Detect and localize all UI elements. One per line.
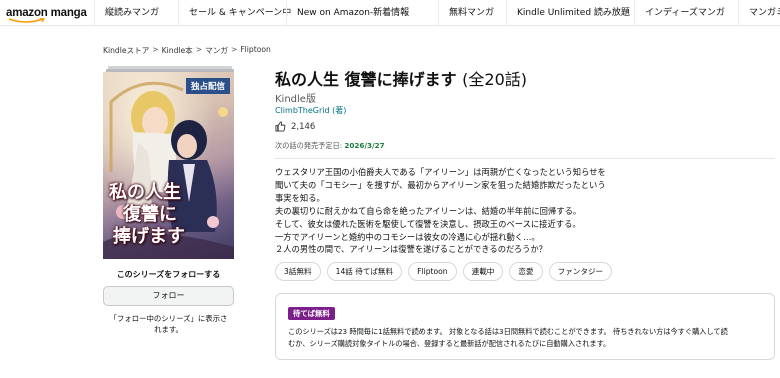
book-cover[interactable]: 独占配信 私の人生 復讐に 捧げます	[103, 72, 234, 259]
breadcrumb-separator: >	[230, 45, 238, 54]
follow-note-line: れます。	[154, 325, 183, 334]
breadcrumb-manga[interactable]: マンガ	[205, 45, 228, 56]
description-line: ウェスタリア王国の小伯爵夫人である「アイリーン」は両親が亡くなったという知らせを	[275, 167, 606, 177]
nav-manga-mix[interactable]: マンガミックス	[738, 0, 780, 25]
breadcrumb-separator: >	[195, 45, 203, 54]
tag-romance[interactable]: 恋愛	[509, 262, 543, 281]
next-release-date: 2026/3/27	[344, 141, 385, 150]
breadcrumb-separator: >	[152, 45, 159, 54]
nav-new-on-amazon[interactable]: New on Amazon-新着情報	[286, 0, 438, 25]
breadcrumb: Kindleストア > Kindle本 > マンガ > Fliptoon	[103, 45, 271, 56]
nav-vertical-manga[interactable]: 縦読みマンガ	[94, 0, 178, 25]
like-count: 2,146	[291, 121, 316, 132]
nav-free-manga[interactable]: 無料マンガ	[438, 0, 506, 25]
product-description: ウェスタリア王国の小伯爵夫人である「アイリーン」は両親が亡くなったという知らせを…	[275, 166, 695, 256]
wait-free-badge: 待てば無料	[288, 307, 335, 320]
product-title-text: 私の人生 復讐に捧げます	[275, 70, 457, 89]
exclusive-badge: 独占配信	[185, 78, 230, 94]
description-line: 一方でアイリーンと婚約中のコモシーは彼女の冷遇に心が揺れ動く…。	[275, 231, 540, 242]
wait-free-line: むか、シリーズ購読対象タイトルの場合、登録すると最新話が配信されるたびに自動購入…	[288, 338, 611, 348]
nav-kindle-unlimited[interactable]: Kindle Unlimited 読み放題	[506, 0, 634, 25]
description-line: そして、彼女は優れた医術を駆使して復讐を決意し、摂政王のベースに接近する。	[275, 218, 581, 229]
next-release: 次の話の発売予定日: 2026/3/27	[275, 141, 385, 151]
tag-wait-free[interactable]: 14話 待てば無料	[326, 262, 403, 281]
wait-free-line: このシリーズは23 時間毎に1話無料で読めます。 対象となる話は3日間無料で読む…	[288, 327, 728, 336]
follow-note-line: 「フォロー中のシリーズ」に表示さ	[109, 314, 228, 323]
product-format: Kindle版	[275, 94, 316, 105]
cover-title-line: 復讐に	[123, 204, 177, 225]
wait-free-info-box: 待てば無料 このシリーズは23 時間毎に1話無料で読めます。 対象となる話は3日…	[275, 293, 775, 360]
follow-button[interactable]: フォロー	[103, 286, 234, 306]
next-release-label: 次の話の発売予定日:	[275, 141, 343, 150]
thumbs-up-icon[interactable]	[275, 121, 286, 132]
cover-title-line: 私の人生	[109, 182, 181, 203]
smile-arrow-icon	[8, 17, 46, 23]
top-navigation: amazon manga 縦読みマンガ セール & キャンペーン中 New on…	[0, 0, 780, 26]
like-widget[interactable]: 2,146	[275, 121, 315, 132]
section-divider	[275, 158, 775, 159]
description-line: 夫の裏切りに耐えかねて自ら命を絶ったアイリーンは、結婚の半年前に回帰する。	[275, 205, 582, 216]
follow-series-heading: このシリーズをフォローする	[116, 270, 221, 279]
breadcrumb-kindle-books[interactable]: Kindle本	[162, 45, 193, 56]
cover-title: 私の人生 復讐に 捧げます	[109, 182, 221, 248]
description-line: 聞いて夫の「コモシー」を捜すが、最初からアイリーン家を狙った結婚詐欺だったという	[275, 179, 606, 190]
tag-fliptoon[interactable]: Fliptoon	[408, 262, 457, 281]
tag-ongoing[interactable]: 連載中	[462, 262, 504, 281]
tag-free-episodes[interactable]: 3話無料	[275, 262, 321, 281]
tag-list: 3話無料 14話 待てば無料 Fliptoon 連載中 恋愛 ファンタジー	[275, 262, 613, 281]
episode-count: (全20話)	[462, 70, 528, 89]
tag-fantasy[interactable]: ファンタジー	[548, 262, 613, 281]
author-link[interactable]: ClimbTheGrid (著)	[275, 105, 346, 116]
follow-note: 「フォロー中のシリーズ」に表示さ れます。	[103, 313, 234, 335]
breadcrumb-kindle-store[interactable]: Kindleストア	[103, 45, 149, 56]
cover-title-line: 捧げます	[113, 226, 185, 247]
description-line: ２人の男性の間で、アイリーンは復讐を遂げることができるのだろうか？	[275, 244, 547, 255]
wait-free-description: このシリーズは23 時間毎に1話無料で読めます。 対象となる話は3日間無料で読む…	[288, 326, 764, 349]
breadcrumb-fliptoon[interactable]: Fliptoon	[240, 45, 271, 56]
description-line: 事実を知る。	[275, 192, 325, 203]
product-title: 私の人生 復讐に捧げます (全20話)	[275, 66, 527, 90]
amazon-manga-logo[interactable]: amazon manga	[0, 0, 94, 25]
nav-sale-campaign[interactable]: セール & キャンペーン中	[178, 0, 291, 25]
nav-indies-manga[interactable]: インディーズマンガ	[634, 0, 738, 25]
